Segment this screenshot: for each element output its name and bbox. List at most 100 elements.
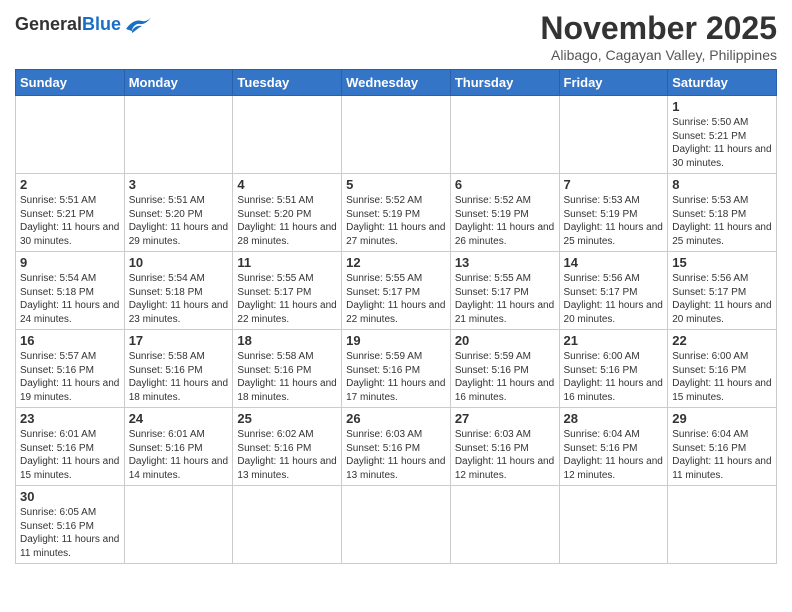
calendar-body: 1 Sunrise: 5:50 AMSunset: 5:21 PMDaylight… xyxy=(16,96,777,564)
calendar-cell: 11 Sunrise: 5:55 AMSunset: 5:17 PMDayligh… xyxy=(233,252,342,330)
day-info: Sunrise: 5:57 AMSunset: 5:16 PMDaylight:… xyxy=(20,350,120,404)
calendar-week-4: 23Sunrise: 6:01 AMSunset: 5:16 PMDayligh… xyxy=(16,408,777,486)
day-info: Sunrise: 5:59 AMSunset: 5:16 PMDaylight:… xyxy=(346,350,446,404)
day-number: 16 xyxy=(20,333,120,348)
calendar-cell xyxy=(559,486,668,564)
calendar-cell: 2Sunrise: 5:51 AMSunset: 5:21 PMDaylight… xyxy=(16,174,125,252)
calendar-cell: 15 Sunrise: 5:56 AMSunset: 5:17 PMDayligh… xyxy=(668,252,777,330)
day-number: 4 xyxy=(237,177,337,192)
day-info: Sunrise: 5:51 AMSunset: 5:20 PMDaylight:… xyxy=(129,194,229,248)
day-number: 28 xyxy=(564,411,664,426)
header-monday: Monday xyxy=(124,70,233,96)
calendar-cell: 16 Sunrise: 5:57 AMSunset: 5:16 PMDayligh… xyxy=(16,330,125,408)
month-title: November 2025 xyxy=(540,10,777,47)
day-info: Sunrise: 5:51 AMSunset: 5:21 PMDaylight:… xyxy=(20,194,120,248)
calendar-cell: 24 Sunrise: 6:01 AMSunset: 5:16 PMDayligh… xyxy=(124,408,233,486)
calendar-cell: 10Sunrise: 5:54 AMSunset: 5:18 PMDayligh… xyxy=(124,252,233,330)
day-number: 27 xyxy=(455,411,555,426)
header-sunday: Sunday xyxy=(16,70,125,96)
day-number: 17 xyxy=(129,333,229,348)
day-info: Sunrise: 5:58 AMSunset: 5:16 PMDaylight:… xyxy=(237,350,337,404)
calendar-cell: 9 Sunrise: 5:54 AMSunset: 5:18 PMDaylight… xyxy=(16,252,125,330)
day-number: 5 xyxy=(346,177,446,192)
day-number: 10 xyxy=(129,255,229,270)
day-number: 3 xyxy=(129,177,229,192)
day-info: Sunrise: 6:04 AMSunset: 5:16 PMDaylight:… xyxy=(564,428,664,482)
logo-blue-text: Blue xyxy=(82,14,121,35)
calendar-week-3: 16 Sunrise: 5:57 AMSunset: 5:16 PMDayligh… xyxy=(16,330,777,408)
day-number: 9 xyxy=(20,255,120,270)
day-info: Sunrise: 5:54 AMSunset: 5:18 PMDaylight:… xyxy=(20,272,120,326)
calendar-cell: 1 Sunrise: 5:50 AMSunset: 5:21 PMDaylight… xyxy=(668,96,777,174)
day-number: 15 xyxy=(672,255,772,270)
calendar-cell: 5Sunrise: 5:52 AMSunset: 5:19 PMDaylight… xyxy=(342,174,451,252)
day-info: Sunrise: 5:50 AMSunset: 5:21 PMDaylight:… xyxy=(672,116,772,170)
calendar-cell: 12 Sunrise: 5:55 AMSunset: 5:17 PMDayligh… xyxy=(342,252,451,330)
calendar-cell: 14 Sunrise: 5:56 AMSunset: 5:17 PMDayligh… xyxy=(559,252,668,330)
header-saturday: Saturday xyxy=(668,70,777,96)
day-info: Sunrise: 6:01 AMSunset: 5:16 PMDaylight:… xyxy=(129,428,229,482)
header-wednesday: Wednesday xyxy=(342,70,451,96)
day-number: 1 xyxy=(672,99,772,114)
day-info: Sunrise: 5:55 AMSunset: 5:17 PMDaylight:… xyxy=(455,272,555,326)
day-info: Sunrise: 6:01 AMSunset: 5:16 PMDaylight:… xyxy=(20,428,120,482)
calendar-cell: 18 Sunrise: 5:58 AMSunset: 5:16 PMDayligh… xyxy=(233,330,342,408)
calendar-cell xyxy=(450,96,559,174)
day-info: Sunrise: 5:56 AMSunset: 5:17 PMDaylight:… xyxy=(672,272,772,326)
header-friday: Friday xyxy=(559,70,668,96)
page-header: GeneralBlue November 2025 Alibago, Cagay… xyxy=(15,10,777,63)
calendar-cell: 28 Sunrise: 6:04 AMSunset: 5:16 PMDayligh… xyxy=(559,408,668,486)
day-info: Sunrise: 5:58 AMSunset: 5:16 PMDaylight:… xyxy=(129,350,229,404)
day-number: 7 xyxy=(564,177,664,192)
calendar-cell xyxy=(16,96,125,174)
calendar-cell xyxy=(342,96,451,174)
calendar-cell: 6Sunrise: 5:52 AMSunset: 5:19 PMDaylight… xyxy=(450,174,559,252)
header-thursday: Thursday xyxy=(450,70,559,96)
day-info: Sunrise: 5:55 AMSunset: 5:17 PMDaylight:… xyxy=(346,272,446,326)
day-info: Sunrise: 6:03 AMSunset: 5:16 PMDaylight:… xyxy=(455,428,555,482)
day-number: 30 xyxy=(20,489,120,504)
calendar-cell: 27 Sunrise: 6:03 AMSunset: 5:16 PMDayligh… xyxy=(450,408,559,486)
day-number: 18 xyxy=(237,333,337,348)
day-number: 12 xyxy=(346,255,446,270)
calendar-cell xyxy=(233,486,342,564)
day-number: 26 xyxy=(346,411,446,426)
day-info: Sunrise: 5:56 AMSunset: 5:17 PMDaylight:… xyxy=(564,272,664,326)
calendar-cell: 4 Sunrise: 5:51 AMSunset: 5:20 PMDaylight… xyxy=(233,174,342,252)
day-info: Sunrise: 5:55 AMSunset: 5:17 PMDaylight:… xyxy=(237,272,337,326)
day-info: Sunrise: 5:59 AMSunset: 5:16 PMDaylight:… xyxy=(455,350,555,404)
calendar-cell: 29Sunrise: 6:04 AMSunset: 5:16 PMDayligh… xyxy=(668,408,777,486)
calendar-cell: 3 Sunrise: 5:51 AMSunset: 5:20 PMDaylight… xyxy=(124,174,233,252)
day-info: Sunrise: 6:00 AMSunset: 5:16 PMDaylight:… xyxy=(672,350,772,404)
calendar-week-1: 2Sunrise: 5:51 AMSunset: 5:21 PMDaylight… xyxy=(16,174,777,252)
header-row: SundayMondayTuesdayWednesdayThursdayFrid… xyxy=(16,70,777,96)
day-number: 24 xyxy=(129,411,229,426)
day-info: Sunrise: 5:53 AMSunset: 5:18 PMDaylight:… xyxy=(672,194,772,248)
calendar-cell xyxy=(124,96,233,174)
calendar-cell: 19 Sunrise: 5:59 AMSunset: 5:16 PMDayligh… xyxy=(342,330,451,408)
day-number: 11 xyxy=(237,255,337,270)
logo: GeneralBlue xyxy=(15,10,152,35)
calendar-cell: 8Sunrise: 5:53 AMSunset: 5:18 PMDaylight… xyxy=(668,174,777,252)
day-number: 19 xyxy=(346,333,446,348)
calendar-cell: 21Sunrise: 6:00 AMSunset: 5:16 PMDayligh… xyxy=(559,330,668,408)
day-info: Sunrise: 6:00 AMSunset: 5:16 PMDaylight:… xyxy=(564,350,664,404)
day-info: Sunrise: 6:03 AMSunset: 5:16 PMDaylight:… xyxy=(346,428,446,482)
calendar-header: SundayMondayTuesdayWednesdayThursdayFrid… xyxy=(16,70,777,96)
day-number: 6 xyxy=(455,177,555,192)
calendar-week-0: 1 Sunrise: 5:50 AMSunset: 5:21 PMDaylight… xyxy=(16,96,777,174)
day-number: 14 xyxy=(564,255,664,270)
calendar-cell xyxy=(559,96,668,174)
title-block: November 2025 Alibago, Cagayan Valley, P… xyxy=(540,10,777,63)
calendar-week-5: 30 Sunrise: 6:05 AMSunset: 5:16 PMDayligh… xyxy=(16,486,777,564)
calendar-week-2: 9 Sunrise: 5:54 AMSunset: 5:18 PMDaylight… xyxy=(16,252,777,330)
day-info: Sunrise: 6:05 AMSunset: 5:16 PMDaylight:… xyxy=(20,506,120,560)
calendar-cell: 7Sunrise: 5:53 AMSunset: 5:19 PMDaylight… xyxy=(559,174,668,252)
header-tuesday: Tuesday xyxy=(233,70,342,96)
calendar-cell xyxy=(450,486,559,564)
calendar-cell: 17 Sunrise: 5:58 AMSunset: 5:16 PMDayligh… xyxy=(124,330,233,408)
day-number: 20 xyxy=(455,333,555,348)
calendar-cell: 25Sunrise: 6:02 AMSunset: 5:16 PMDayligh… xyxy=(233,408,342,486)
day-info: Sunrise: 5:51 AMSunset: 5:20 PMDaylight:… xyxy=(237,194,337,248)
calendar-cell xyxy=(233,96,342,174)
